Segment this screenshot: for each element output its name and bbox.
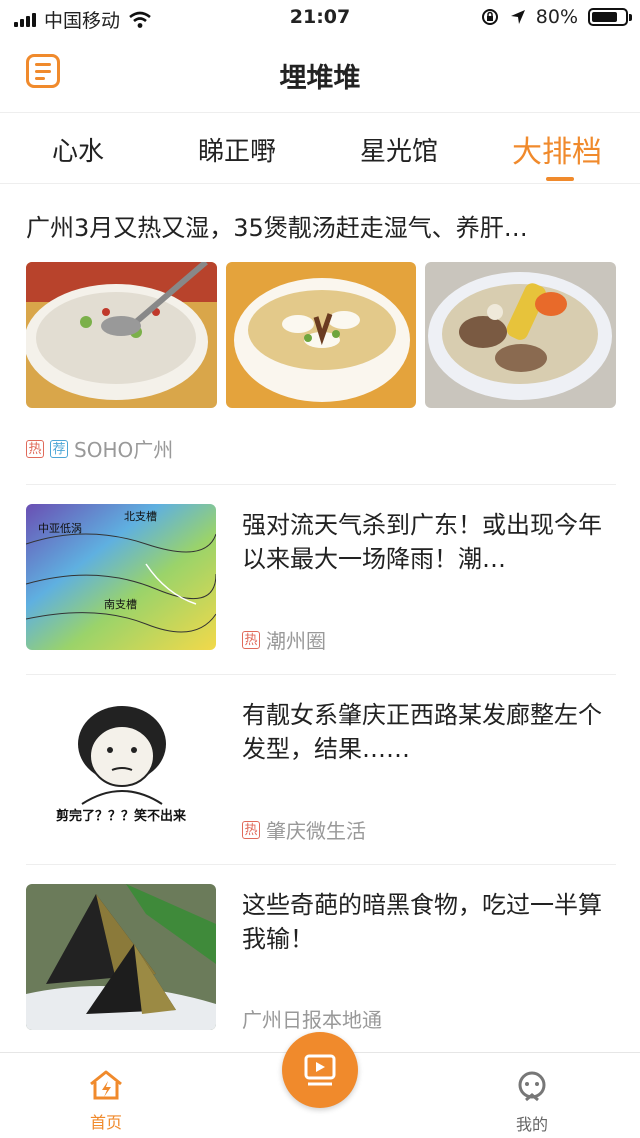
article-source: 潮州圈 xyxy=(266,629,326,653)
meme-caption: 剪完了？？？笑不出来 xyxy=(56,808,187,824)
article-meta: 广州日报本地通 xyxy=(242,1004,382,1033)
nav-home-label: 首页 xyxy=(89,1113,122,1132)
nav-mine-label: 我的 xyxy=(515,1115,548,1134)
nav-mine[interactable]: 我的 xyxy=(492,1069,572,1135)
divider xyxy=(26,674,616,675)
profile-icon xyxy=(518,1071,546,1102)
category-tabs: 心水 睇正嘢 星光馆 大排档 xyxy=(0,112,640,184)
article-source: 肇庆微生活 xyxy=(266,819,366,843)
tab-xingguangguan[interactable]: 星光馆 xyxy=(360,131,438,168)
article-source: SOHO广州 xyxy=(74,438,174,462)
active-tab-indicator xyxy=(546,177,574,181)
location-icon xyxy=(510,10,525,24)
tab-xinshui[interactable]: 心水 xyxy=(52,131,104,168)
hot-tag: 热 xyxy=(242,820,260,839)
soup-image xyxy=(225,262,417,408)
map-label: 南支槽 xyxy=(104,598,137,611)
play-video-icon xyxy=(304,1054,336,1086)
orientation-lock-icon xyxy=(481,9,498,25)
divider xyxy=(26,484,616,485)
article-title[interactable]: 有靓女系肇庆正西路某发廊整左个发型，结果…… xyxy=(242,698,612,766)
home-icon xyxy=(90,1070,122,1100)
article-meta: 热 潮州圈 xyxy=(242,625,326,654)
article-source: 广州日报本地通 xyxy=(242,1008,382,1032)
battery-icon xyxy=(588,8,632,26)
recommended-tag: 荐 xyxy=(50,439,68,458)
article-thumbnails[interactable] xyxy=(26,262,617,408)
divider xyxy=(26,864,616,865)
article-meta: 热 荐 SOHO广州 xyxy=(26,434,173,463)
meme-image[interactable]: 剪完了？？？笑不出来 xyxy=(26,694,216,840)
battery-percent: 80% xyxy=(535,6,578,28)
article-title[interactable]: 广州3月又热又湿，35煲靓汤赶走湿气、养肝… xyxy=(26,208,616,243)
black-zongzi-image[interactable] xyxy=(26,884,216,1030)
soup-image xyxy=(26,262,217,408)
tab-taijengye[interactable]: 睇正嘢 xyxy=(198,131,276,168)
app-title: 埋堆堆 xyxy=(279,63,361,94)
article-title[interactable]: 这些奇葩的暗黑食物，吃过一半算我输！ xyxy=(242,888,612,956)
soup-image xyxy=(425,262,617,408)
hot-tag: 热 xyxy=(242,630,260,649)
app-header: 埋堆堆 xyxy=(0,36,640,110)
nav-home[interactable]: 首页 xyxy=(66,1069,146,1133)
hot-tag: 热 xyxy=(26,439,44,458)
article-title[interactable]: 强对流天气杀到广东！或出现今年以来最大一场降雨！潮… xyxy=(242,508,612,576)
article-meta: 热 肇庆微生活 xyxy=(242,815,366,844)
map-label: 北支槽 xyxy=(124,510,157,523)
status-bar: 中国移动 21:07 80% xyxy=(0,0,640,36)
tab-daipaidang[interactable]: 大排档 xyxy=(512,127,602,171)
weather-map-image[interactable]: 中亚低涡 北支槽 南支槽 xyxy=(26,504,216,650)
video-button[interactable] xyxy=(282,1032,358,1108)
map-label: 中亚低涡 xyxy=(38,522,82,535)
